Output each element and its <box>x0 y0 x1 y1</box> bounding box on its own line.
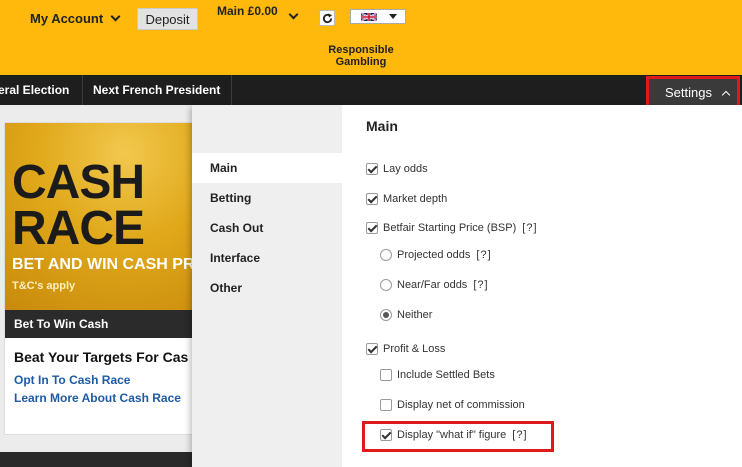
responsible-gambling-link[interactable]: Responsible Gambling <box>318 44 404 68</box>
near-far-odds-option[interactable]: Near/Far odds [?] <box>380 279 489 291</box>
projected-odds-label: Projected odds <box>397 249 471 261</box>
promo-banner-terms: T&C's apply <box>12 280 76 292</box>
settings-heading: Main <box>366 118 398 134</box>
market-depth-option[interactable]: Market depth <box>366 193 447 205</box>
balance-dropdown[interactable]: Main £0.00 <box>217 4 299 20</box>
cash-race-promo-card: CASH RACE BET AND WIN CASH PR T&C's appl… <box>4 122 214 435</box>
promo-banner-title-line1: CASH <box>12 156 145 209</box>
settings-tab-cash-out[interactable]: Cash Out <box>192 213 342 243</box>
what-if-highlight-box <box>362 421 554 452</box>
settings-panel: Main Betting Cash Out Interface Other Ma… <box>192 105 742 467</box>
nav-item-next-french-president[interactable]: Next French President <box>93 75 220 105</box>
net-commission-option[interactable]: Display net of commission <box>380 399 525 411</box>
market-depth-checkbox[interactable] <box>366 193 378 205</box>
nav-item-general-election[interactable]: eral Election <box>0 75 69 105</box>
profit-loss-option[interactable]: Profit & Loss <box>366 343 445 355</box>
neither-option[interactable]: Neither <box>380 309 432 321</box>
refresh-icon <box>322 12 332 23</box>
near-far-odds-help-link[interactable]: [?] <box>473 279 488 291</box>
learn-more-link[interactable]: Learn More About Cash Race <box>14 391 181 405</box>
bsp-help-link[interactable]: [?] <box>522 222 537 234</box>
bsp-checkbox[interactable] <box>366 222 378 234</box>
neither-radio[interactable] <box>380 309 392 321</box>
my-account-menu[interactable]: My Account <box>30 11 121 26</box>
opt-in-link[interactable]: Opt In To Cash Race <box>14 373 130 387</box>
include-settled-checkbox[interactable] <box>380 369 392 381</box>
settings-tab-interface[interactable]: Interface <box>192 243 342 273</box>
net-commission-label: Display net of commission <box>397 399 525 411</box>
site-header: My Account Deposit Main £0.00 Responsibl… <box>0 0 742 75</box>
settings-sidebar: Main Betting Cash Out Interface Other <box>192 105 342 467</box>
promo-banner-title-line2: RACE <box>12 202 145 255</box>
bsp-option[interactable]: Betfair Starting Price (BSP) [?] <box>366 222 538 234</box>
profit-loss-checkbox[interactable] <box>366 343 378 355</box>
promo-banner[interactable]: CASH RACE BET AND WIN CASH PR T&C's appl… <box>5 123 213 310</box>
neither-label: Neither <box>397 309 433 321</box>
bsp-label: Betfair Starting Price (BSP) <box>383 222 517 234</box>
projected-odds-option[interactable]: Projected odds [?] <box>380 249 492 261</box>
projected-odds-help-link[interactable]: [?] <box>476 249 491 261</box>
my-account-label: My Account <box>30 11 104 26</box>
nav-divider <box>231 75 232 105</box>
chevron-down-icon <box>288 9 299 20</box>
balance-label: Main £0.00 <box>217 4 278 18</box>
settings-tab-betting[interactable]: Betting <box>192 183 342 213</box>
profit-loss-label: Profit & Loss <box>383 343 446 355</box>
chevron-down-icon <box>110 11 121 22</box>
refresh-balance-button[interactable] <box>319 10 335 26</box>
include-settled-label: Include Settled Bets <box>397 369 495 381</box>
chevron-up-icon <box>721 90 731 99</box>
promo-banner-subtitle: BET AND WIN CASH PR <box>12 256 195 273</box>
nav-divider <box>82 75 83 105</box>
include-settled-option[interactable]: Include Settled Bets <box>380 369 495 381</box>
deposit-button[interactable]: Deposit <box>137 8 198 30</box>
promo-bar-label: Bet To Win Cash <box>5 310 213 338</box>
top-nav-bar: eral Election Next French President <box>0 75 742 105</box>
market-depth-label: Market depth <box>383 193 448 205</box>
settings-tab-main[interactable]: Main <box>192 153 342 183</box>
caret-down-icon <box>389 14 397 19</box>
near-far-odds-label: Near/Far odds <box>397 279 468 291</box>
settings-tab-other[interactable]: Other <box>192 273 342 303</box>
lay-odds-checkbox[interactable] <box>366 163 378 175</box>
lay-odds-option[interactable]: Lay odds <box>366 163 428 175</box>
lay-odds-label: Lay odds <box>383 163 428 175</box>
net-commission-checkbox[interactable] <box>380 399 392 411</box>
settings-label: Settings <box>665 85 712 100</box>
promo-title: Beat Your Targets For Cas <box>14 349 189 365</box>
language-selector[interactable] <box>350 9 406 24</box>
near-far-odds-radio[interactable] <box>380 279 392 291</box>
projected-odds-radio[interactable] <box>380 249 392 261</box>
uk-flag-icon <box>361 11 377 22</box>
